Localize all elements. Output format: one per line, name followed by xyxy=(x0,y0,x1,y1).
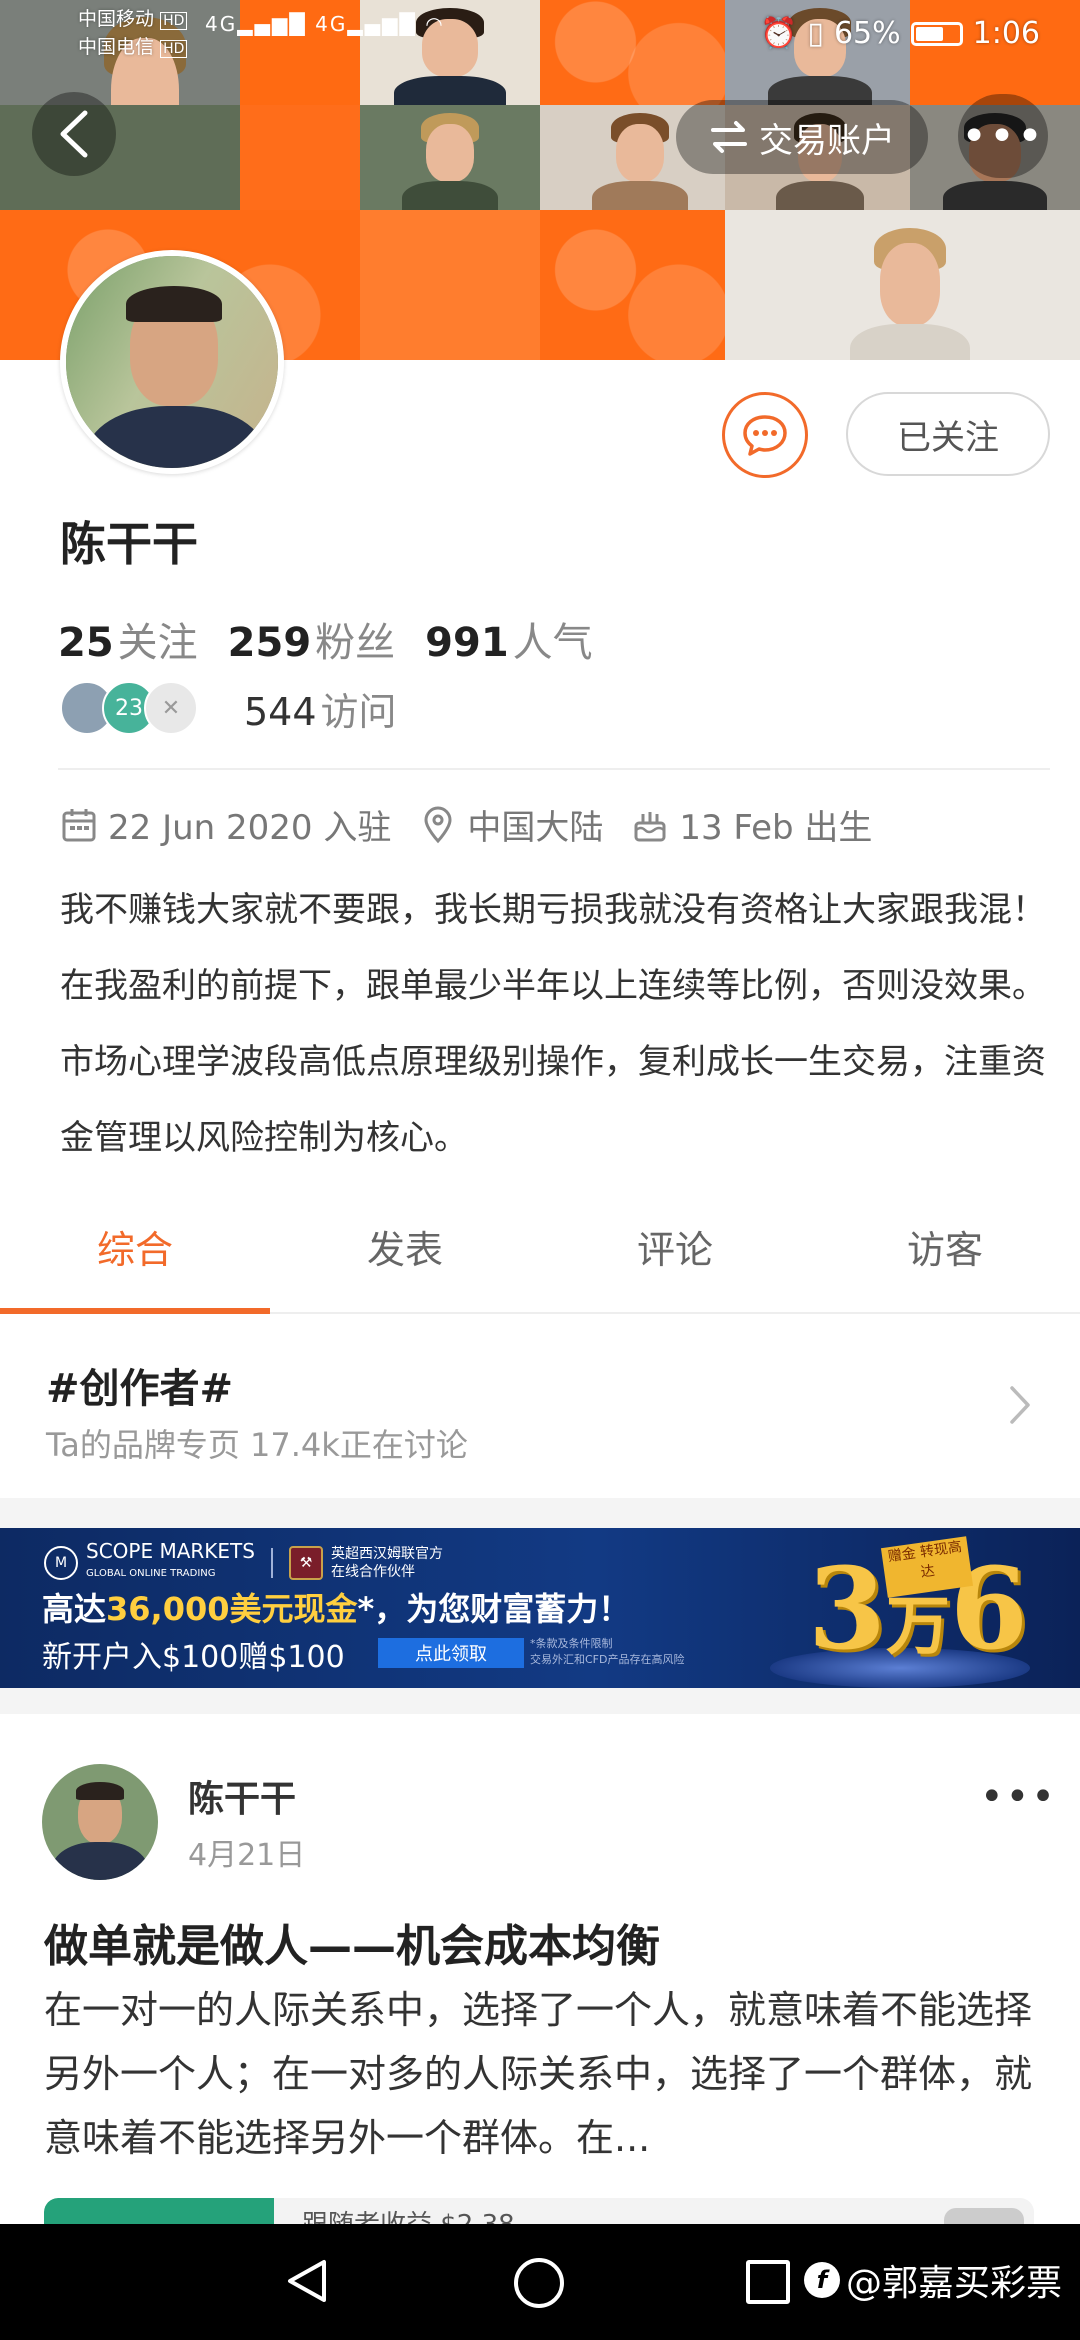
banner-photo-tile xyxy=(360,105,540,223)
stat-value: 259 xyxy=(227,620,312,666)
creator-title: #创作者# xyxy=(46,1366,234,1412)
post-date: 4月21日 xyxy=(188,1838,306,1873)
person-photo xyxy=(390,105,510,223)
stat-label: 关注 xyxy=(117,620,198,666)
status-bar: 中国移动 HD 中国电信 HD 4G▂▄▆█ 4G▂▄▆█ ◠ ⏰ ▯ 65% … xyxy=(0,0,1080,70)
stat-following[interactable]: 25 关注 xyxy=(58,610,198,668)
section-spacer xyxy=(0,1688,1080,1714)
status-right: ⏰ ▯ 65% 1:06 xyxy=(760,16,1040,51)
stat-value: 991 xyxy=(425,620,509,666)
stat-label: 粉丝 xyxy=(315,620,396,666)
banner-tile xyxy=(360,210,540,360)
stat-followers[interactable]: 259 粉丝 xyxy=(228,610,396,668)
carrier-1: 中国移动 xyxy=(78,8,155,30)
post-card[interactable]: 陈干干 4月21日 ••• 做单就是做人——机会成本均衡 在一对一的人际关系中，… xyxy=(0,1714,1080,2228)
location-text: 中国大陆 xyxy=(467,808,604,848)
profile-tabs: 综合 发表 评论 访客 xyxy=(0,1210,1080,1314)
profile-stats: 25 关注 259 粉丝 991 人气 xyxy=(58,610,593,668)
following-label: 已关注 xyxy=(897,417,999,458)
profile-meta: 22 Jun 2020 入驻 中国大陆 13 Feb 出生 xyxy=(60,800,886,849)
ad-subline: 新开户入$100赠$100 xyxy=(42,1640,345,1675)
tab-visitors[interactable]: 访客 xyxy=(810,1210,1080,1312)
creator-subtitle: Ta的品牌专页 17.4k正在讨论 xyxy=(46,1426,468,1464)
watermark: f @郭嘉买彩票 xyxy=(804,2254,1062,2306)
ad-brand: M SCOPE MARKETS GLOBAL ONLINE TRADING ⚒ 英… xyxy=(44,1539,443,1583)
carrier-2: 中国电信 xyxy=(78,36,155,58)
birthday-text: 13 Feb 出生 xyxy=(679,808,873,848)
stat-popularity: 991 人气 xyxy=(425,610,593,668)
alarm-icon: ⏰ xyxy=(760,16,798,51)
battery-percent: 65% xyxy=(833,16,901,51)
section-spacer xyxy=(0,1498,1080,1528)
clock: 1:06 xyxy=(972,16,1040,51)
ad-brand-name: SCOPE MARKETS xyxy=(86,1539,255,1563)
nav-back-icon[interactable] xyxy=(282,2256,332,2306)
post-body[interactable]: 在一对一的人际关系中，选择了一个人，就意味着不能选择另外一个人；在一对多的人际关… xyxy=(44,1978,1039,2170)
banner-photo-tile xyxy=(725,210,1080,360)
club-crest-icon: ⚒ xyxy=(288,1545,323,1580)
location: 中国大陆 xyxy=(419,800,603,849)
tab-comments[interactable]: 评论 xyxy=(540,1210,810,1312)
birthday: 13 Feb 出生 xyxy=(631,800,872,849)
ad-partner-sub: 在线合作伙伴 xyxy=(330,1563,415,1580)
back-button[interactable] xyxy=(32,92,116,176)
ad-headline: 高达36,000美元现金*，为您财富蓄力！ xyxy=(42,1590,631,1628)
watermark-text: @郭嘉买彩票 xyxy=(846,2263,1063,2304)
ad-fine-print: *条款及条件限制 交易外汇和CFD产品存在高风险 xyxy=(530,1637,685,1666)
chevron-left-icon xyxy=(60,110,88,158)
stat-value: 25 xyxy=(58,620,114,666)
ad-cta-button[interactable]: 点此领取 xyxy=(378,1638,524,1668)
post-author-avatar[interactable] xyxy=(42,1764,158,1880)
nav-home-icon[interactable] xyxy=(514,2258,564,2308)
nav-recents-icon[interactable] xyxy=(746,2260,790,2304)
trade-account-button[interactable]: 交易账户 xyxy=(676,100,928,174)
divider xyxy=(58,768,1050,770)
visits-count: 544 访问 xyxy=(244,689,397,734)
chevron-right-icon xyxy=(1010,1386,1030,1424)
ad-partner: 英超西汉姆联官方 xyxy=(330,1545,443,1562)
hd-badge: HD xyxy=(160,12,188,30)
profile-avatar[interactable] xyxy=(60,250,284,474)
visitor-avatar: ✕ xyxy=(144,681,198,735)
person-photo xyxy=(835,216,985,360)
weibo-logo-icon: f xyxy=(804,2262,840,2298)
swap-icon xyxy=(711,121,747,153)
creator-topic-row[interactable]: #创作者# Ta的品牌专页 17.4k正在讨论 xyxy=(0,1316,1080,1498)
ad-brand-sub: GLOBAL ONLINE TRADING xyxy=(86,1568,216,1579)
cake-icon xyxy=(634,811,666,841)
system-nav-bar: f @郭嘉买彩票 xyxy=(0,2224,1080,2340)
tab-posts[interactable]: 发表 xyxy=(270,1210,540,1312)
banner-tile xyxy=(540,210,725,360)
following-button[interactable]: 已关注 xyxy=(846,392,1050,476)
more-menu-button[interactable]: ••• xyxy=(958,94,1048,178)
location-pin-icon xyxy=(424,806,452,843)
ad-banner[interactable]: M SCOPE MARKETS GLOBAL ONLINE TRADING ⚒ 英… xyxy=(0,1528,1080,1688)
signal-icon: 4G▂▄▆█ 4G▂▄▆█ ◠ xyxy=(205,12,445,36)
recent-visitors[interactable]: 23 ✕ 544 访问 xyxy=(60,678,397,738)
post-title[interactable]: 做单就是做人——机会成本均衡 xyxy=(44,1910,660,1974)
chat-bubble-icon xyxy=(743,415,787,456)
vibrate-icon: ▯ xyxy=(807,16,824,51)
scope-markets-logo-icon: M xyxy=(44,1545,78,1580)
tab-overview[interactable]: 综合 xyxy=(0,1210,270,1314)
stat-label: 人气 xyxy=(512,620,593,666)
trade-account-label: 交易账户 xyxy=(759,120,895,161)
more-dots-icon: ••• xyxy=(961,110,1045,162)
post-more-icon[interactable]: ••• xyxy=(980,1774,1057,1820)
calendar-icon xyxy=(62,808,96,841)
carrier-info: 中国移动 HD 中国电信 HD xyxy=(78,6,188,62)
battery-icon xyxy=(910,21,963,46)
message-button[interactable] xyxy=(722,392,808,478)
joined-text: 22 Jun 2020 入驻 xyxy=(108,808,392,848)
joined-date: 22 Jun 2020 入驻 xyxy=(60,800,391,849)
post-author-name[interactable]: 陈干干 xyxy=(188,1770,296,1822)
profile-bio: 我不赚钱大家就不要跟，我长期亏损我就没有资格让大家跟我混！在我盈利的前提下，跟单… xyxy=(60,890,1046,1158)
hd-badge: HD xyxy=(160,40,188,58)
profile-name: 陈干干 xyxy=(60,517,198,571)
